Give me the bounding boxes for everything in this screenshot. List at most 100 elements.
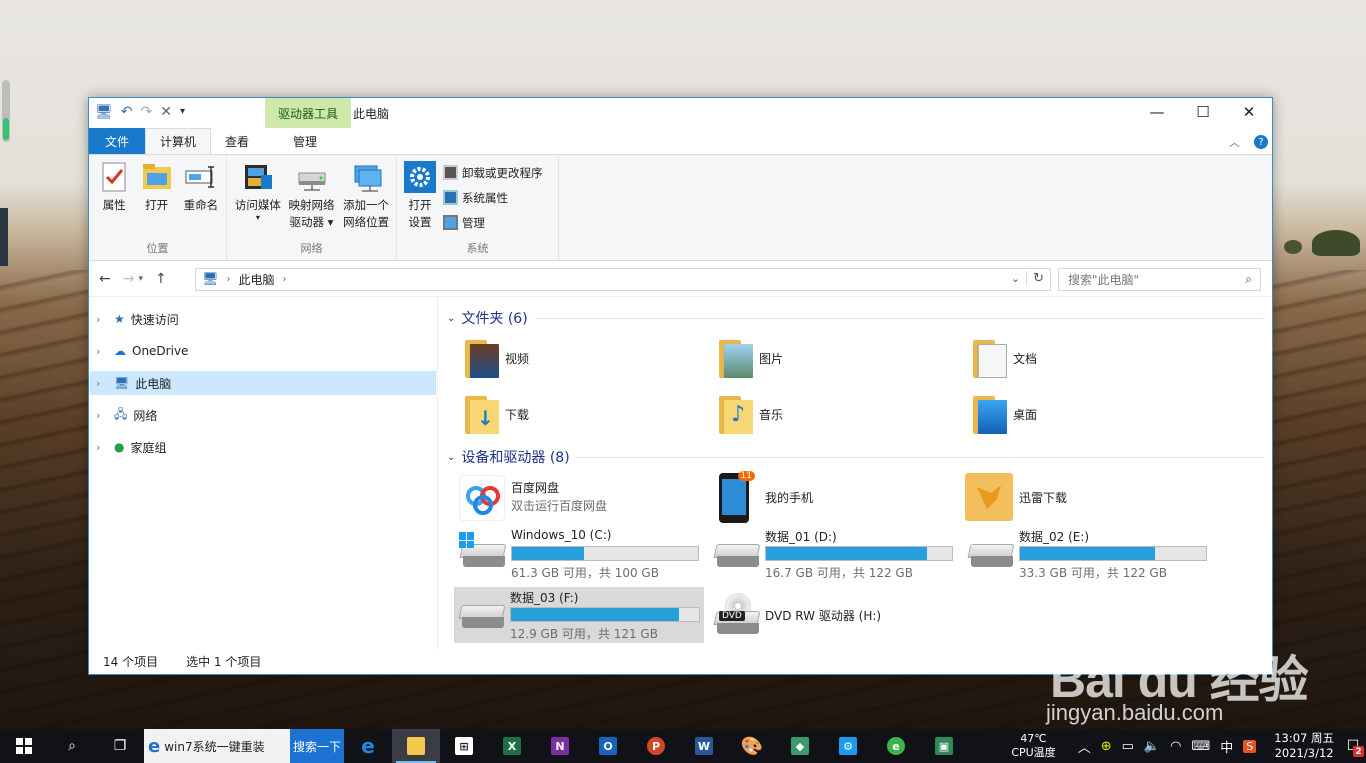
onenote-icon[interactable]: N bbox=[536, 729, 584, 763]
close-button[interactable]: ✕ bbox=[1226, 98, 1272, 126]
maximize-button[interactable]: ☐ bbox=[1180, 98, 1226, 126]
breadcrumb-chevron-icon[interactable]: › bbox=[227, 274, 231, 285]
forward-arrow-icon[interactable]: → bbox=[123, 271, 135, 287]
up-arrow-icon[interactable]: ↑ bbox=[155, 271, 167, 287]
ime-indicator[interactable]: 中 bbox=[1220, 737, 1233, 756]
paint-icon[interactable]: 🎨 bbox=[728, 729, 776, 763]
app-thunder-download[interactable]: 迅雷下载 bbox=[963, 471, 1213, 527]
tab-file[interactable]: 文件 bbox=[89, 128, 145, 154]
breadcrumb-chevron-icon[interactable]: › bbox=[283, 274, 287, 285]
app-my-phone[interactable]: 11 我的手机 bbox=[709, 471, 959, 527]
photo-app-icon[interactable]: ▣ bbox=[920, 729, 968, 763]
clock[interactable]: 13:07 周五 2021/3/12 bbox=[1274, 731, 1334, 761]
desktop-tree-small bbox=[1284, 240, 1302, 254]
system-properties-button[interactable]: 系统属性 bbox=[443, 188, 543, 207]
address-dropdown-icon[interactable]: ⌄ bbox=[1011, 272, 1020, 285]
open-folder-icon bbox=[141, 161, 173, 193]
folder-documents[interactable]: 文档 bbox=[973, 333, 1213, 383]
uninstall-program-button[interactable]: 卸载或更改程序 bbox=[443, 163, 543, 182]
powerpoint-icon[interactable]: P bbox=[632, 729, 680, 763]
excel-icon[interactable]: X bbox=[488, 729, 536, 763]
chevron-right-icon[interactable]: › bbox=[96, 377, 108, 390]
uninstall-label: 卸载或更改程序 bbox=[462, 165, 543, 180]
wifi-icon[interactable]: ◠ bbox=[1170, 739, 1181, 754]
nav-item-quick-access[interactable]: › ★ 快速访问 bbox=[90, 307, 436, 331]
dvd-label: DVD bbox=[719, 611, 745, 621]
store-icon[interactable]: ⊞ bbox=[440, 729, 488, 763]
cpu-temp-widget[interactable]: 47℃ CPU温度 bbox=[1011, 732, 1055, 760]
nav-item-network[interactable]: › 🖧 网络 bbox=[90, 403, 436, 427]
group-system: 打开 设置 卸载或更改程序 系统属性 管理 系统 bbox=[397, 155, 559, 260]
plus-badge-icon[interactable]: ⊕ bbox=[1101, 739, 1112, 754]
refresh-icon[interactable]: ↻ bbox=[1026, 271, 1044, 286]
folder-label: 文档 bbox=[1013, 351, 1038, 366]
delete-icon[interactable]: ✕ bbox=[160, 104, 172, 120]
side-widget[interactable] bbox=[0, 208, 8, 266]
ie-search-box[interactable]: e win7系统一键重装 搜索一下 bbox=[144, 729, 344, 763]
app-baidu-netdisk[interactable]: 百度网盘 双击运行百度网盘 bbox=[455, 471, 705, 527]
drive-c[interactable]: Windows_10 (C:) 61.3 GB 可用，共 100 GB bbox=[455, 526, 705, 582]
search-taskbar-icon[interactable]: ⌕ bbox=[48, 729, 96, 763]
tab-view[interactable]: 查看 bbox=[211, 128, 263, 154]
section-header-devices[interactable]: ⌄ 设备和驱动器 (8) bbox=[447, 447, 570, 467]
start-button[interactable] bbox=[0, 729, 48, 763]
nav-item-homegroup[interactable]: › ● 家庭组 bbox=[90, 435, 436, 459]
recent-dropdown-icon[interactable]: ▾ bbox=[138, 271, 143, 287]
tab-computer[interactable]: 计算机 bbox=[145, 128, 212, 154]
folder-pictures[interactable]: 图片 bbox=[719, 333, 959, 383]
drive-usage-bar bbox=[765, 546, 953, 561]
drive-usage-fill bbox=[1020, 547, 1156, 560]
show-hidden-icons-icon[interactable]: ︿ bbox=[1078, 737, 1091, 756]
folder-desktop[interactable]: 桌面 bbox=[973, 389, 1213, 439]
edge-icon[interactable]: e bbox=[344, 729, 392, 763]
volume-icon[interactable]: 🔈 bbox=[1144, 739, 1160, 754]
content-pane: ⌄ 文件夹 (6) 视频 图片 文档 ↓ 下载 ♪ 音乐 桌面 ⌄ 设备和驱动器… bbox=[439, 298, 1272, 650]
tab-manage[interactable]: 管理 bbox=[279, 128, 332, 154]
task-view-icon[interactable]: ❐ bbox=[96, 729, 144, 763]
battery-icon[interactable]: ▭ bbox=[1122, 739, 1134, 754]
context-tab-drive-tools[interactable]: 驱动器工具 bbox=[265, 98, 351, 128]
app-icon-green[interactable]: ◆ bbox=[776, 729, 824, 763]
drive-d[interactable]: 数据_01 (D:) 16.7 GB 可用，共 122 GB bbox=[709, 526, 959, 582]
folder-label: 音乐 bbox=[759, 407, 784, 422]
section-header-folders[interactable]: ⌄ 文件夹 (6) bbox=[447, 308, 528, 328]
minimize-button[interactable]: — bbox=[1134, 98, 1180, 126]
manage-button[interactable]: 管理 bbox=[443, 213, 543, 232]
undo-icon[interactable]: ↶ bbox=[121, 104, 133, 120]
help-icon[interactable]: ? bbox=[1254, 135, 1268, 149]
input-settings-icon[interactable]: ⌨ bbox=[1191, 739, 1210, 754]
drive-f[interactable]: 数据_03 (F:) 12.9 GB 可用，共 121 GB bbox=[454, 587, 704, 643]
customize-qat-icon[interactable]: ▾ bbox=[180, 104, 185, 120]
file-explorer-icon[interactable] bbox=[392, 729, 440, 763]
settings-taskbar-icon[interactable]: ⚙ bbox=[824, 729, 872, 763]
drive-dvd-h[interactable]: DVD DVD RW 驱动器 (H:) bbox=[709, 587, 959, 643]
folder-downloads[interactable]: ↓ 下载 bbox=[465, 389, 705, 439]
folder-videos[interactable]: 视频 bbox=[465, 333, 705, 383]
ie-search-button[interactable]: 搜索一下 bbox=[289, 729, 344, 763]
breadcrumb-this-pc[interactable]: 此电脑 bbox=[239, 271, 275, 288]
search-input[interactable]: 搜索"此电脑" ⌕ bbox=[1058, 268, 1261, 291]
folder-music[interactable]: ♪ 音乐 bbox=[719, 389, 959, 439]
address-bar[interactable]: 🖥 › 此电脑 › ⌄ ↻ bbox=[195, 268, 1051, 291]
sogou-icon[interactable]: S bbox=[1243, 739, 1257, 753]
nav-item-onedrive[interactable]: › ☁ OneDrive bbox=[90, 339, 436, 363]
word-icon[interactable]: W bbox=[680, 729, 728, 763]
redo-icon[interactable]: ↷ bbox=[141, 104, 153, 120]
nav-item-this-pc[interactable]: › 🖥 此电脑 bbox=[90, 371, 436, 395]
chevron-right-icon[interactable]: › bbox=[96, 409, 108, 422]
drive-e[interactable]: 数据_02 (E:) 33.3 GB 可用，共 122 GB bbox=[963, 526, 1213, 582]
chevron-right-icon[interactable]: › bbox=[96, 441, 108, 454]
back-arrow-icon[interactable]: ← bbox=[99, 271, 111, 287]
chevron-down-icon[interactable]: ⌄ bbox=[447, 313, 455, 324]
browser-360-icon[interactable]: e bbox=[872, 729, 920, 763]
chevron-right-icon[interactable]: › bbox=[96, 345, 108, 358]
floating-widget[interactable] bbox=[2, 80, 10, 142]
action-center-icon[interactable]: ☐2 bbox=[1342, 735, 1364, 757]
outlook-icon[interactable]: O bbox=[584, 729, 632, 763]
settings-gear-icon bbox=[404, 161, 436, 193]
chevron-down-icon[interactable]: ⌄ bbox=[447, 452, 455, 463]
chevron-right-icon[interactable]: › bbox=[96, 313, 108, 326]
collapse-ribbon-icon[interactable]: ︿ bbox=[1229, 134, 1240, 150]
system-properties-label: 系统属性 bbox=[462, 190, 508, 205]
computer-icon[interactable]: 🖥 bbox=[95, 104, 113, 120]
